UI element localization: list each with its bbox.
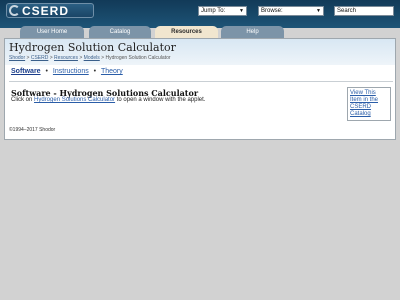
jump-to-dropdown[interactable]: Jump To: ▼: [198, 6, 247, 16]
logo-text: CSERD: [22, 3, 70, 18]
subnav-separator: •: [93, 68, 97, 75]
breadcrumb-models[interactable]: Models: [84, 55, 100, 61]
tab-catalog[interactable]: Catalog: [89, 26, 151, 38]
breadcrumb-separator: >: [26, 55, 30, 61]
page-header: Hydrogen Solution Calculator Shodor > CS…: [5, 39, 395, 65]
subnav-instructions[interactable]: Instructions: [53, 68, 89, 75]
content-panel: Hydrogen Solution Calculator Shodor > CS…: [4, 38, 396, 140]
browse-label: Browse:: [261, 8, 283, 14]
instruction-suffix: to open a window with the applet.: [116, 97, 206, 103]
divider: [9, 81, 393, 82]
breadcrumb-separator: >: [79, 55, 83, 61]
calculator-link[interactable]: Hydrogen Solutions Calculator: [34, 97, 115, 103]
breadcrumb-shodor[interactable]: Shodor: [9, 55, 25, 61]
catalog-box: View This Item in the CSERD Catalog: [347, 87, 391, 121]
browse-dropdown[interactable]: Browse: ▼: [258, 6, 324, 16]
chevron-down-icon: ▼: [316, 8, 321, 14]
chevron-down-icon: ▼: [239, 8, 244, 14]
cserd-logo[interactable]: CSERD: [6, 3, 94, 18]
tab-resources[interactable]: Resources: [155, 26, 218, 38]
page-title: Hydrogen Solution Calculator: [9, 41, 176, 54]
copyright-text: ©1994–2017 Shodor: [9, 127, 56, 133]
instruction-text: Click on Hydrogen Solutions Calculator t…: [11, 97, 205, 103]
breadcrumb: Shodor > CSERD > Resources > Models > Hy…: [9, 55, 171, 61]
tab-user-home[interactable]: User Home: [20, 26, 84, 38]
sub-navigation: Software • Instructions • Theory: [11, 68, 123, 75]
instruction-prefix: Click on: [11, 97, 33, 103]
subnav-separator: •: [45, 68, 48, 75]
breadcrumb-cserd[interactable]: CSERD: [31, 55, 49, 61]
breadcrumb-current: Hydrogen Solution Calculator: [105, 55, 171, 61]
subnav-theory[interactable]: Theory: [101, 68, 123, 75]
view-catalog-link[interactable]: View This Item in the CSERD Catalog: [350, 90, 378, 117]
jump-to-label: Jump To:: [201, 8, 226, 14]
breadcrumb-resources[interactable]: Resources: [54, 55, 78, 61]
logo-mark-icon: [9, 5, 20, 16]
breadcrumb-separator: >: [101, 55, 105, 61]
breadcrumb-separator: >: [49, 55, 53, 61]
subnav-software[interactable]: Software: [11, 68, 41, 75]
search-input[interactable]: Search: [334, 6, 394, 16]
tab-help[interactable]: Help: [221, 26, 284, 38]
top-navigation-bar: CSERD Jump To: ▼ Browse: ▼ Search: [0, 0, 400, 28]
